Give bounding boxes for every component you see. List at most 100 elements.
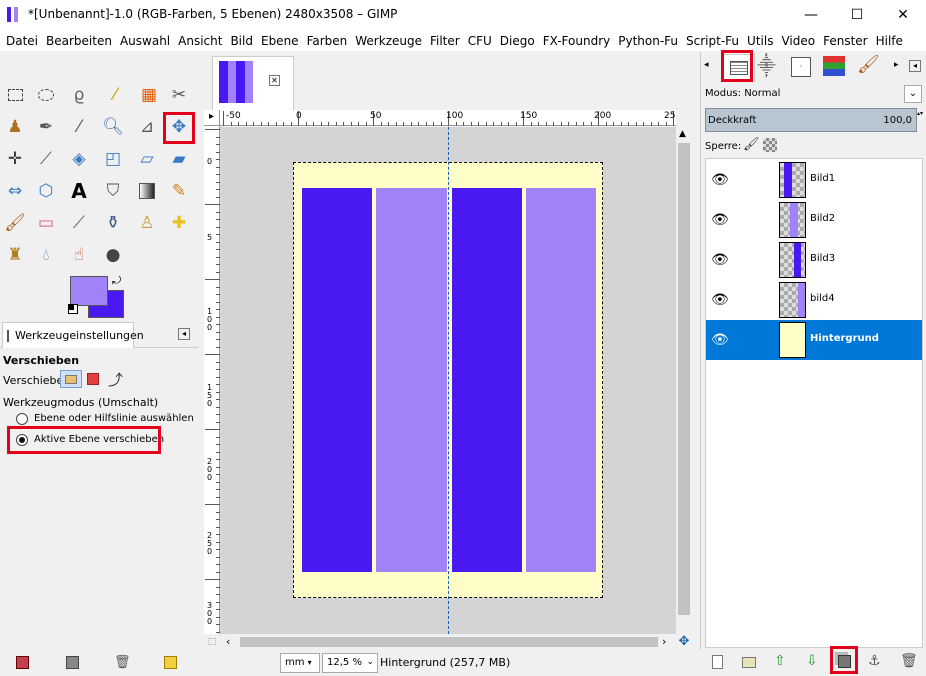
- new-layer-icon[interactable]: [712, 655, 723, 669]
- lock-alpha-icon[interactable]: [763, 138, 777, 152]
- lower-layer-icon[interactable]: ⇩: [806, 653, 818, 669]
- visibility-eye-icon[interactable]: 👁︎: [711, 253, 729, 267]
- maximize-button[interactable]: ☐: [834, 0, 880, 30]
- swap-colors-icon[interactable]: ⤾: [112, 274, 121, 288]
- save-options-icon[interactable]: [16, 656, 29, 669]
- visibility-eye-icon[interactable]: 👁︎: [711, 173, 729, 187]
- ellipse-select-icon[interactable]: [33, 82, 59, 108]
- menu-werkzeuge[interactable]: Werkzeuge: [351, 34, 426, 48]
- blend-icon[interactable]: [134, 178, 160, 204]
- layer-row-bild4[interactable]: 👁︎ bild4: [706, 280, 922, 320]
- raise-layer-icon[interactable]: ⇧: [774, 653, 786, 669]
- menu-hilfe[interactable]: Hilfe: [872, 34, 907, 48]
- heal-icon[interactable]: ✚: [166, 210, 192, 236]
- dock-tabs-right-icon[interactable]: ▸: [894, 60, 899, 70]
- lock-pixels-icon[interactable]: 🖌︎: [743, 137, 760, 152]
- move-selection-icon[interactable]: [87, 373, 99, 385]
- horizontal-scroll-thumb[interactable]: [240, 637, 658, 647]
- layer-stripe-bild1[interactable]: [302, 188, 372, 572]
- menu-diego[interactable]: Diego: [496, 34, 539, 48]
- layer-name[interactable]: Bild1: [810, 173, 835, 184]
- scissors-icon[interactable]: ✂: [166, 82, 192, 108]
- align-icon[interactable]: ✛: [2, 146, 28, 172]
- menu-python-fu[interactable]: Python-Fu: [614, 34, 682, 48]
- menu-farben[interactable]: Farben: [303, 34, 352, 48]
- fuzzy-select-icon[interactable]: ⁄: [102, 82, 128, 108]
- menu-datei[interactable]: Datei: [2, 34, 42, 48]
- reset-options-icon[interactable]: [164, 656, 177, 669]
- visibility-eye-icon[interactable]: 👁︎: [711, 333, 729, 347]
- configure-tab-icon[interactable]: ◂: [178, 328, 190, 340]
- menu-fx-foundry[interactable]: FX-Foundry: [539, 34, 615, 48]
- vertical-ruler[interactable]: 0 5 1 0 0 1 5 0 2 0 0 2 5 0 3 0 0: [204, 126, 220, 634]
- dock-tabs-left-icon[interactable]: ◂: [704, 60, 709, 70]
- select-by-color-icon[interactable]: ▦: [136, 82, 162, 108]
- eraser-icon[interactable]: ▭: [33, 210, 59, 236]
- menu-fenster[interactable]: Fenster: [819, 34, 872, 48]
- crop-icon[interactable]: ⟋: [33, 146, 59, 172]
- new-layer-group-icon[interactable]: [742, 657, 756, 668]
- layer-name[interactable]: Bild2: [810, 213, 835, 224]
- layer-row-bild2[interactable]: 👁︎ Bild2: [706, 200, 922, 240]
- canvas-viewport[interactable]: [220, 127, 676, 634]
- foreground-select-icon[interactable]: ♟: [2, 114, 28, 140]
- menu-bearbeiten[interactable]: Bearbeiten: [42, 34, 116, 48]
- menu-ebene[interactable]: Ebene: [257, 34, 303, 48]
- visibility-eye-icon[interactable]: 👁︎: [711, 293, 729, 307]
- scroll-right-icon[interactable]: ›: [662, 635, 666, 648]
- layer-name[interactable]: Bild3: [810, 253, 835, 264]
- tab-colormap-icon[interactable]: [823, 56, 845, 76]
- text-icon[interactable]: A: [66, 178, 92, 204]
- airbrush-icon[interactable]: ⟋: [66, 210, 92, 236]
- restore-options-icon[interactable]: [66, 656, 79, 669]
- dodge-burn-icon[interactable]: ●: [100, 242, 126, 268]
- horizontal-ruler[interactable]: -50 0 50 100 150 200 25: [220, 110, 676, 126]
- layer-row-hintergrund[interactable]: 👁︎ Hintergrund: [706, 320, 922, 360]
- layer-stripe-bild4[interactable]: [526, 188, 596, 572]
- scroll-up-icon[interactable]: ▲: [679, 129, 686, 139]
- tab-paths-icon[interactable]: ⸎: [757, 54, 776, 78]
- anchor-layer-icon[interactable]: ⚓︎: [868, 653, 881, 669]
- menu-script-fu[interactable]: Script-Fu: [682, 34, 743, 48]
- lasso-icon[interactable]: ϱ: [66, 82, 92, 108]
- navigate-icon[interactable]: ✥: [676, 634, 692, 650]
- smudge-icon[interactable]: ☝: [66, 242, 92, 268]
- color-picker-icon[interactable]: ⁄: [66, 114, 92, 140]
- ink-icon[interactable]: ⚱: [100, 210, 126, 236]
- menu-filter[interactable]: Filter: [426, 34, 464, 48]
- scroll-left-icon[interactable]: ‹: [226, 635, 230, 648]
- paths-icon[interactable]: ✒: [33, 114, 59, 140]
- menu-video[interactable]: Video: [777, 34, 819, 48]
- delete-layer-icon[interactable]: 🗑︎: [900, 653, 918, 669]
- paintbrush-icon[interactable]: 🖌︎: [2, 210, 28, 236]
- layer-name[interactable]: Hintergrund: [810, 333, 879, 344]
- visibility-eye-icon[interactable]: 👁︎: [711, 213, 729, 227]
- tab-channels-icon[interactable]: ·: [791, 57, 811, 77]
- menu-bild[interactable]: Bild: [226, 34, 257, 48]
- horizontal-scrollbar[interactable]: ‹ ›: [220, 634, 676, 650]
- shear-icon[interactable]: ▱: [134, 146, 160, 172]
- opacity-slider[interactable]: Deckkraft 100,0: [705, 108, 917, 132]
- tab-brushes-icon[interactable]: 🖌︎: [857, 54, 880, 75]
- zoom-icon[interactable]: 🔍︎: [100, 114, 126, 140]
- perspective-clone-icon[interactable]: ♜: [2, 242, 28, 268]
- layer-stripe-bild3[interactable]: [452, 188, 522, 572]
- minimize-button[interactable]: —: [788, 0, 834, 30]
- clone-icon[interactable]: ♙: [134, 210, 160, 236]
- perspective-icon[interactable]: ▰: [166, 146, 192, 172]
- close-button[interactable]: ✕: [880, 0, 926, 30]
- flip-icon[interactable]: ⇔: [2, 178, 28, 204]
- tab-tool-options[interactable]: Werkzeugeinstellungen: [2, 322, 144, 348]
- menu-ansicht[interactable]: Ansicht: [174, 34, 226, 48]
- vertical-guide[interactable]: [448, 127, 449, 634]
- layer-name[interactable]: bild4: [810, 293, 835, 304]
- rect-select-icon[interactable]: [2, 82, 28, 108]
- ruler-corner-icon[interactable]: ▸: [204, 110, 220, 126]
- layer-row-bild1[interactable]: 👁︎ Bild1: [706, 160, 922, 200]
- menu-utils[interactable]: Utils: [743, 34, 777, 48]
- blur-icon[interactable]: 💧︎: [33, 242, 59, 268]
- dock-configure-icon[interactable]: ◂: [909, 60, 921, 72]
- rotate-icon[interactable]: ◈: [66, 146, 92, 172]
- delete-options-icon[interactable]: 🗑︎: [114, 655, 131, 670]
- pencil-icon[interactable]: ✎: [166, 178, 192, 204]
